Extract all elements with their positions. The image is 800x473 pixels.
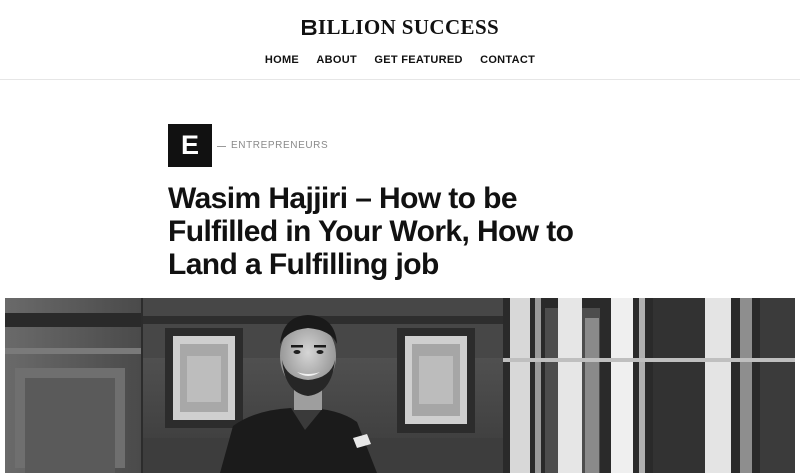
- category-link[interactable]: ENTREPRENEURS: [231, 139, 328, 153]
- nav-about[interactable]: ABOUT: [316, 51, 357, 69]
- category-dash: [217, 146, 226, 147]
- portrait-photo: [5, 298, 795, 473]
- category-initial-badge[interactable]: E: [168, 124, 212, 167]
- site-logo-text[interactable]: ILLION SUCCESS: [318, 13, 499, 41]
- logo-wrapper[interactable]: ILLION SUCCESS: [301, 13, 499, 41]
- article-title: Wasim Hajjiri – How to be Fulfilled in Y…: [168, 182, 574, 281]
- main-nav: HOME ABOUT GET FEATURED CONTACT: [0, 51, 800, 69]
- b-monogram-icon: [301, 19, 317, 35]
- site-logo[interactable]: ILLION SUCCESS: [0, 13, 800, 41]
- hero-image: [5, 298, 795, 473]
- nav-get-featured[interactable]: GET FEATURED: [374, 51, 462, 69]
- site-header: ILLION SUCCESS HOME ABOUT GET FEATURED C…: [0, 0, 800, 80]
- nav-contact[interactable]: CONTACT: [480, 51, 535, 69]
- nav-home[interactable]: HOME: [265, 51, 299, 69]
